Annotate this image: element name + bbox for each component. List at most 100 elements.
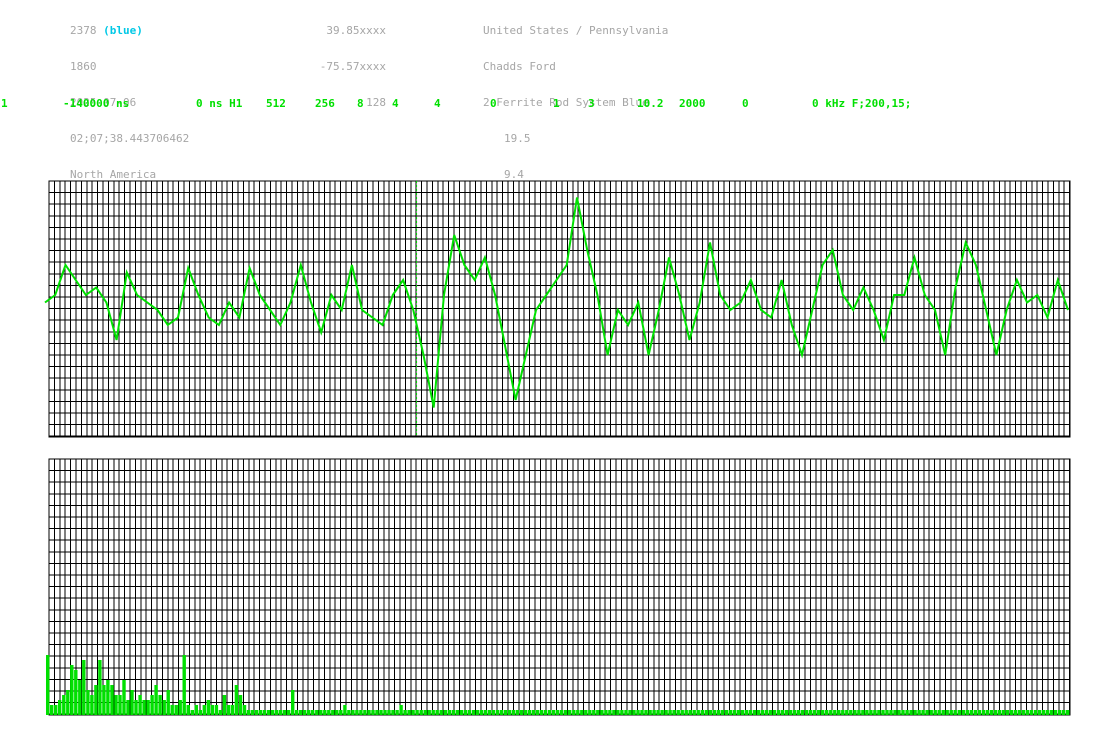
spectrum-bar bbox=[483, 710, 488, 715]
spectrum-bar bbox=[1001, 710, 1006, 715]
spectrum-bar bbox=[833, 710, 837, 715]
spectrum-bar bbox=[419, 710, 423, 715]
spectrum-bar bbox=[877, 710, 881, 715]
spectrum-bar bbox=[624, 710, 628, 715]
spectrum-bar bbox=[1037, 710, 1042, 715]
spectrum-bar bbox=[535, 710, 540, 715]
spectrum-bar bbox=[387, 710, 391, 715]
spectrum-bar bbox=[1058, 710, 1062, 715]
spectrum-bar bbox=[612, 710, 616, 715]
spectrum-bar bbox=[668, 710, 672, 715]
spectrum-bar bbox=[993, 710, 998, 715]
spectrum-bar bbox=[869, 710, 873, 715]
spectrum-bar bbox=[359, 710, 363, 715]
spectrum-bar bbox=[531, 710, 536, 715]
spectrum-bar bbox=[266, 710, 271, 715]
spectrum-bar bbox=[640, 710, 644, 715]
spectrum-bar bbox=[973, 710, 978, 715]
spectrum-bar bbox=[487, 710, 492, 715]
spectrum-grid bbox=[48, 458, 1071, 716]
spectrum-bar bbox=[162, 700, 166, 715]
spectrum-bar bbox=[415, 710, 419, 715]
spectrum-bars bbox=[46, 655, 1070, 715]
spectrum-bar bbox=[371, 710, 375, 715]
spectrum-bar bbox=[796, 710, 801, 715]
spectrum-bar bbox=[246, 710, 251, 715]
spectrum-bar bbox=[355, 710, 359, 715]
spectrum-bar bbox=[937, 710, 941, 715]
spectrum-bar bbox=[813, 710, 817, 715]
spectrum-bar bbox=[539, 710, 544, 715]
spectrum-bar bbox=[584, 710, 588, 715]
spectrum-bar bbox=[929, 710, 933, 715]
spectrum-bar bbox=[110, 685, 114, 715]
spectrum-bar bbox=[837, 710, 841, 715]
spectrum-bar bbox=[913, 710, 917, 715]
spectrum-bar bbox=[556, 710, 560, 715]
spectrum-bar bbox=[560, 710, 564, 715]
spectrum-bar bbox=[853, 710, 857, 715]
spectrum-bar bbox=[270, 710, 275, 715]
spectrum-bar bbox=[861, 710, 865, 715]
spectrum-bar bbox=[138, 695, 142, 715]
spectrum-bar bbox=[411, 710, 415, 715]
spectrum-bar bbox=[423, 710, 427, 715]
spectrum-bar bbox=[363, 710, 367, 715]
spectrum-bar bbox=[54, 705, 58, 715]
spectrum-bar bbox=[431, 710, 435, 715]
spectrum-bar bbox=[736, 710, 741, 715]
spectrum-bar bbox=[1017, 710, 1022, 715]
spectrum-bar bbox=[780, 710, 785, 715]
spectrum-bar bbox=[214, 705, 219, 715]
spectrum-bar bbox=[768, 710, 773, 715]
spectrum-bar bbox=[700, 710, 705, 715]
spectrum-bar bbox=[114, 695, 118, 715]
spectrum-bar bbox=[572, 710, 576, 715]
spectrum-bar bbox=[977, 710, 982, 715]
spectrum-bar bbox=[1009, 710, 1014, 715]
spectrum-bar bbox=[238, 695, 243, 715]
spectrum-bar bbox=[989, 710, 994, 715]
grid-lines bbox=[48, 458, 1071, 715]
spectrum-bar bbox=[788, 710, 793, 715]
spectrum-bar bbox=[315, 710, 319, 715]
spectrum-bar bbox=[282, 710, 287, 715]
spectrum-bar bbox=[94, 685, 98, 715]
spectrum-bar bbox=[323, 710, 327, 715]
spectrum-bar bbox=[523, 710, 528, 715]
spectrum-bar bbox=[234, 685, 239, 715]
spectrum-bar bbox=[985, 710, 990, 715]
spectrum-bar bbox=[800, 710, 805, 715]
spectrum-bar bbox=[953, 710, 957, 715]
spectrum-bar bbox=[242, 705, 247, 715]
grid-lines bbox=[48, 180, 1071, 437]
spectrum-bar bbox=[792, 710, 797, 715]
spectrum-bar bbox=[319, 710, 323, 715]
spectrum-bar bbox=[447, 710, 452, 715]
spectrum-bar bbox=[307, 710, 311, 715]
spectrum-bar bbox=[46, 655, 50, 715]
spectrum-bar bbox=[997, 710, 1002, 715]
spectrum-bar bbox=[198, 710, 203, 715]
spectrum-bar bbox=[933, 710, 937, 715]
spectrum-bar bbox=[106, 680, 110, 715]
spectrum-bar bbox=[126, 700, 130, 715]
spectrum-bar bbox=[82, 660, 86, 715]
spectrum-bar bbox=[732, 710, 737, 715]
spectrum-bar bbox=[776, 710, 781, 715]
spectrum-bar bbox=[644, 710, 648, 715]
spectrum-bar bbox=[122, 680, 126, 715]
spectrum-bar bbox=[291, 690, 295, 715]
spectrum-bar bbox=[343, 705, 347, 715]
spectrum-bar bbox=[897, 710, 901, 715]
waveform-grid bbox=[48, 180, 1071, 438]
spectrum-bar bbox=[648, 710, 652, 715]
spectrum-bar bbox=[311, 710, 315, 715]
spectrum-bar bbox=[957, 710, 962, 715]
spectrum-bar bbox=[226, 705, 231, 715]
spectrum-bar bbox=[459, 710, 464, 715]
spectrum-bar bbox=[716, 710, 721, 715]
spectrum-bar bbox=[403, 710, 407, 715]
spectrum-bar bbox=[154, 685, 158, 715]
spectrum-bar bbox=[543, 710, 548, 715]
